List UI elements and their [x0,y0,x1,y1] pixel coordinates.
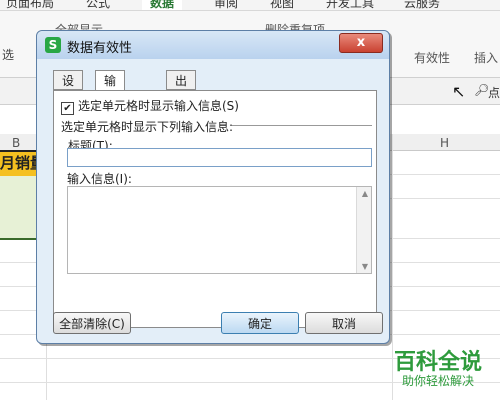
title-input[interactable] [67,148,372,167]
group-divider [232,125,372,126]
close-icon: x [356,35,366,50]
show-input-message-checkbox-row[interactable]: ✔ 选定单元格时显示输入信息(S) [61,97,239,115]
wps-app-icon: S [45,37,61,53]
column-header-b[interactable]: B [12,136,20,150]
dialog-titlebar[interactable]: S 数据有效性 x [37,31,389,59]
input-message-textarea[interactable]: ▲ ▼ [67,186,372,274]
ribbon-filter-label[interactable]: 选 [2,46,14,63]
ribbon-tab-data[interactable]: 数据 [142,0,183,10]
clear-all-button[interactable]: 全部清除(C) [53,312,131,334]
ribbon-tab-page-layout[interactable]: 页面布局 [6,0,54,10]
show-input-message-checkbox[interactable]: ✔ [61,102,74,115]
column-header-h[interactable]: H [440,136,449,150]
close-button[interactable]: x [339,33,383,53]
tab-settings[interactable]: 设置 [53,70,84,108]
cancel-button[interactable]: 取消 [305,312,383,334]
ribbon-tab-formulas[interactable]: 公式 [86,0,110,10]
search-icon[interactable]: 🔎︎ [474,83,489,97]
ribbon-tab-view[interactable]: 视图 [270,0,294,10]
watermark-tagline: 助你轻松解决 [401,374,474,388]
scroll-up-icon[interactable]: ▲ [362,189,368,198]
ok-button[interactable]: 确定 [221,312,299,334]
find-label[interactable]: 点 [488,84,500,101]
tab-input-message[interactable]: 输入信息 [95,70,126,148]
mouse-cursor-icon: ↖ [452,82,466,101]
ribbon-tab-review[interactable]: 审阅 [214,0,238,10]
group-label: 选定单元格时显示下列输入信息: [61,120,234,134]
ribbon-tab-developer[interactable]: 开发工具 [326,0,374,10]
textarea-scrollbar[interactable]: ▲ ▼ [356,187,371,273]
show-input-message-label: 选定单元格时显示输入信息(S) [78,99,239,113]
insert-button[interactable]: 插入 [474,49,498,66]
scroll-down-icon[interactable]: ▼ [362,262,368,271]
dialog-title: 数据有效性 [67,41,133,56]
ribbon-tab-bar: 页面布局 公式 数据 审阅 视图 开发工具 云服务 [0,0,500,11]
message-field-label: 输入信息(I): [67,172,132,186]
validation-button[interactable]: 有效性 [414,49,450,66]
tab-error-alert[interactable]: 出错警告 [166,70,197,148]
ribbon-tab-cloud[interactable]: 云服务 [404,0,440,10]
